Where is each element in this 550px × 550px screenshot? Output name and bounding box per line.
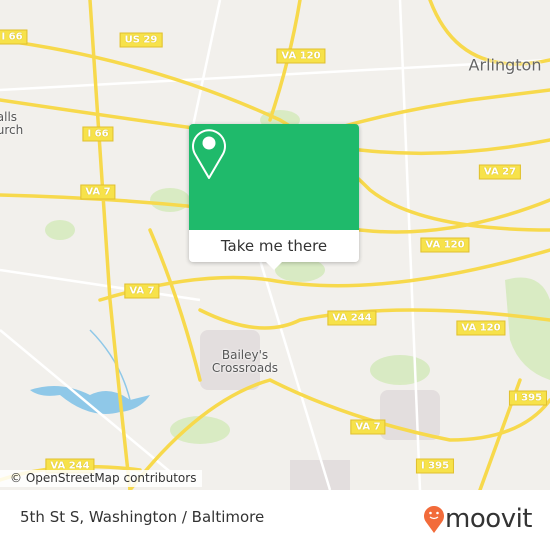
popup-pointer <box>266 262 282 270</box>
map[interactable]: I 66 US 29 VA 120 I 66 VA 27 VA 7 VA 120… <box>0 0 550 490</box>
route-shield: VA 120 <box>276 48 326 64</box>
footer: 5th St S, Washington / Baltimore moovit <box>0 490 550 550</box>
route-shield: VA 7 <box>124 283 160 299</box>
place-label-falls-church: alls urch <box>0 110 24 137</box>
route-shield: I 66 <box>0 29 28 45</box>
place-label-arlington: Arlington <box>468 55 542 75</box>
moovit-logo[interactable]: moovit <box>423 504 532 534</box>
route-shield: VA 7 <box>80 184 116 200</box>
route-shield: VA 7 <box>350 419 386 435</box>
route-shield: VA 244 <box>327 310 377 326</box>
route-shield: VA 120 <box>420 237 470 253</box>
take-me-there-button[interactable]: Take me there <box>189 230 359 262</box>
route-shield: US 29 <box>119 32 163 48</box>
popup-header <box>189 124 359 230</box>
map-attribution[interactable]: © OpenStreetMap contributors <box>0 470 203 487</box>
route-shield: I 66 <box>82 126 114 142</box>
map-pin-icon <box>192 129 226 179</box>
location-title: 5th St S, Washington / Baltimore <box>20 508 265 526</box>
route-shield: VA 27 <box>478 164 522 180</box>
route-shield: VA 120 <box>456 320 506 336</box>
place-label-baileys-crossroads: Bailey's Crossroads <box>211 348 279 375</box>
route-shield: I 395 <box>508 390 548 406</box>
moovit-pin-icon <box>424 506 445 533</box>
moovit-logo-text: moovit <box>445 504 532 534</box>
route-shield: I 395 <box>415 458 455 474</box>
location-popup: Take me there <box>189 124 359 270</box>
